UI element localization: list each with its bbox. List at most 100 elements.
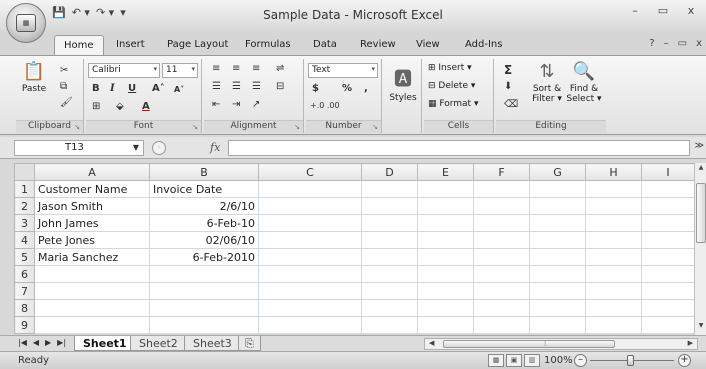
wrap-text-icon[interactable]: ⇌ [276,63,284,74]
column-header-e[interactable]: E [417,163,474,181]
cell-a2[interactable]: Jason Smith [34,197,150,215]
minimize-button[interactable]: – [626,4,644,17]
cell[interactable] [149,316,259,334]
cell[interactable] [417,231,474,249]
insert-sheet-icon[interactable]: ⎘ [238,336,261,351]
cell[interactable] [417,299,474,317]
tab-view[interactable]: View [416,39,440,50]
office-button[interactable]: ▦ [6,3,46,43]
row-header[interactable]: 7 [14,282,35,300]
dialog-launcher-icon[interactable]: ↘ [372,123,378,131]
cell[interactable] [258,231,362,249]
cell[interactable] [417,316,474,334]
bold-button[interactable]: B [92,83,100,94]
row-header[interactable]: 3 [14,214,35,232]
cell[interactable] [34,299,150,317]
cell[interactable] [417,180,474,198]
horizontal-scrollbar[interactable]: ◀ ⁞ ▶ [424,338,698,350]
cell[interactable] [473,214,530,232]
cell[interactable] [473,299,530,317]
cut-icon[interactable]: ✂ [60,65,68,76]
row-header[interactable]: 6 [14,265,35,283]
decrease-indent-icon[interactable]: ⇤ [212,99,220,110]
cell[interactable] [417,214,474,232]
cell-b2[interactable]: 2/6/10 [149,197,259,215]
copy-icon[interactable]: ⧉ [60,81,67,92]
cell[interactable] [641,214,695,232]
scroll-thumb[interactable]: ⁞ [443,340,615,348]
row-header[interactable]: 8 [14,299,35,317]
cell[interactable] [585,214,642,232]
normal-view-icon[interactable]: ▦ [488,354,504,367]
cell[interactable] [149,282,259,300]
zoom-slider-thumb[interactable] [627,355,634,366]
cell-b5[interactable]: 6-Feb-2010 [149,248,259,266]
cell[interactable] [585,197,642,215]
tab-add-ins[interactable]: Add-Ins [465,39,502,50]
tab-data[interactable]: Data [313,39,337,50]
wb-restore-button[interactable]: ▭ [678,38,687,49]
cell[interactable] [361,299,418,317]
sort-filter-button[interactable]: ⇅ Sort & Filter ▾ [530,61,564,104]
align-right-icon[interactable]: ☰ [252,81,261,92]
name-box[interactable]: T13 ▼ [14,140,144,156]
increase-decimal-button[interactable]: +.0 .00 [310,101,340,110]
column-header-i[interactable]: I [641,163,695,181]
column-header-b[interactable]: B [149,163,259,181]
cell[interactable] [258,214,362,232]
cell[interactable] [258,282,362,300]
sheet-tab-sheet3[interactable]: Sheet3 [184,336,241,351]
cell-b4[interactable]: 02/06/10 [149,231,259,249]
close-button[interactable]: x [682,4,700,17]
align-top-icon[interactable]: ≡ [212,63,220,74]
cell[interactable] [361,180,418,198]
cell[interactable] [529,197,586,215]
row-header[interactable]: 2 [14,197,35,215]
cell[interactable] [361,231,418,249]
align-middle-icon[interactable]: ≡ [232,63,240,74]
column-header-d[interactable]: D [361,163,418,181]
currency-button[interactable]: $ [312,83,319,94]
sheet-tab-sheet1[interactable]: Sheet1 [74,336,136,351]
cell[interactable] [529,180,586,198]
cell[interactable] [529,299,586,317]
scroll-thumb[interactable] [696,183,706,243]
cell[interactable] [641,299,695,317]
cell[interactable] [361,214,418,232]
grow-font-button[interactable]: A˄ [152,83,165,94]
cell[interactable] [417,248,474,266]
cell[interactable] [473,265,530,283]
scroll-down-icon[interactable]: ▼ [695,322,706,334]
tab-review[interactable]: Review [360,39,396,50]
cell[interactable] [417,265,474,283]
cancel-edit-icon[interactable]: ◦ [152,141,166,155]
dialog-launcher-icon[interactable]: ↘ [192,123,198,131]
cell-b1[interactable]: Invoice Date [149,180,259,198]
cell[interactable] [473,197,530,215]
last-sheet-icon[interactable]: ▶| [57,338,66,347]
cell[interactable] [258,248,362,266]
font-size-select[interactable]: 11 ▾ [162,63,198,78]
cell[interactable] [361,197,418,215]
cell[interactable] [473,248,530,266]
dialog-launcher-icon[interactable]: ↘ [294,123,300,131]
format-painter-icon[interactable]: 🖌 [60,97,73,108]
font-name-select[interactable]: Calibri ▾ [88,63,160,78]
cell[interactable] [585,316,642,334]
row-header[interactable]: 5 [14,248,35,266]
cell[interactable] [641,180,695,198]
increase-indent-icon[interactable]: ⇥ [232,99,240,110]
cell[interactable] [641,316,695,334]
select-all-corner[interactable] [14,163,35,181]
borders-icon[interactable]: ⊞ [92,101,100,112]
cell-b3[interactable]: 6-Feb-10 [149,214,259,232]
cell[interactable] [585,248,642,266]
fill-icon[interactable]: ⬇ [504,81,512,92]
number-format-select[interactable]: Text ▾ [308,63,378,78]
cell[interactable] [361,316,418,334]
percent-button[interactable]: % [342,83,352,94]
align-left-icon[interactable]: ☰ [212,81,221,92]
tab-home[interactable]: Home [54,35,104,57]
cell-a4[interactable]: Pete Jones [34,231,150,249]
cell[interactable] [149,299,259,317]
